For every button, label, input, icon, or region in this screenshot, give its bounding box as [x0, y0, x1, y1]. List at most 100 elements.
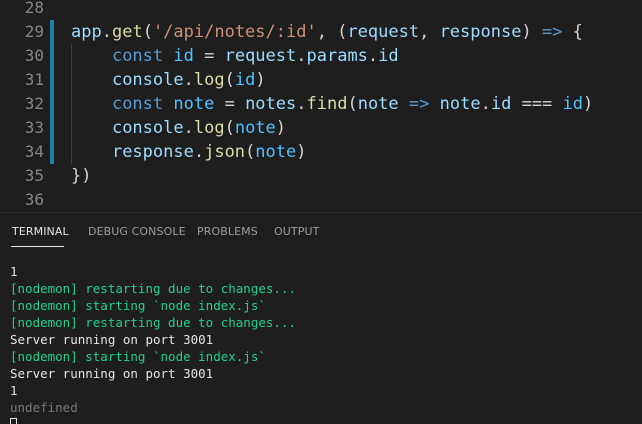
code-token: id — [562, 94, 583, 114]
code-token: note — [234, 118, 276, 138]
code-token: find — [306, 94, 348, 114]
code-token: id — [173, 46, 194, 66]
code-token: . — [183, 70, 194, 90]
panel-tabs: TERMINAL DEBUG CONSOLE PROBLEMS OUTPUT — [0, 213, 642, 253]
terminal-line: Server running on port 3001 — [10, 366, 214, 381]
code-token: ( — [142, 22, 153, 42]
code-editor[interactable]: 28 29 app.get('/api/notes/:id', (request, … — [0, 0, 642, 212]
line-number: 35 — [24, 166, 44, 185]
code-token: note — [255, 142, 297, 162]
code-token: note — [439, 94, 481, 114]
code-token: console — [111, 118, 184, 138]
code-text: }) — [71, 164, 91, 188]
modified-line-indicator — [50, 140, 54, 164]
terminal-line: [nodemon] restarting due to changes... — [10, 281, 296, 296]
code-token: => — [408, 94, 430, 114]
code-text: app.get('/api/notes/:id', (request, resp… — [71, 20, 583, 44]
code-token: ) — [296, 142, 307, 162]
code-token: request — [224, 46, 297, 66]
active-tab-indicator — [11, 246, 64, 247]
code-token: const — [111, 46, 164, 66]
code-text: const note = notes.find(note => note.id … — [71, 92, 593, 116]
terminal-line: [nodemon] starting `node index.js` — [10, 298, 266, 313]
line-number: 30 — [24, 46, 44, 65]
code-token: note — [357, 94, 399, 114]
code-token: response — [111, 142, 194, 162]
terminal-line: [nodemon] starting `node index.js` — [10, 349, 266, 364]
code-text: console.log(note) — [71, 116, 286, 140]
code-text: response.json(note) — [71, 140, 307, 164]
code-token: . — [367, 46, 379, 66]
tab-problems[interactable]: PROBLEMS — [197, 225, 258, 238]
tab-terminal[interactable]: TERMINAL — [12, 225, 69, 238]
code-token: }) — [71, 166, 92, 186]
tab-debug-console[interactable]: DEBUG CONSOLE — [88, 225, 186, 238]
code-token: const — [111, 94, 164, 114]
bottom-panel: TERMINAL DEBUG CONSOLE PROBLEMS OUTPUT 1… — [0, 212, 642, 424]
code-token: json — [204, 142, 246, 162]
line-number: 36 — [24, 190, 44, 209]
code-token: ) — [583, 94, 594, 114]
line-number: 32 — [24, 94, 44, 113]
code-token: get — [111, 22, 143, 42]
modified-line-indicator — [50, 68, 54, 92]
line-number: 31 — [24, 70, 44, 89]
code-token: ) — [255, 70, 266, 90]
terminal-line: 1 — [10, 264, 18, 279]
code-token: ) — [521, 22, 542, 42]
code-token: === — [511, 94, 563, 114]
code-line[interactable]: 30 const id = request.params.id — [0, 44, 642, 68]
code-token: . — [193, 142, 205, 162]
code-token: app — [71, 22, 102, 42]
terminal-line: Server running on port 3001 — [10, 332, 214, 347]
terminal-line: 1 — [10, 383, 18, 398]
code-line[interactable]: 34 response.json(note) — [0, 140, 642, 164]
code-token: = — [193, 46, 225, 66]
terminal-output[interactable]: 1 [nodemon] restarting due to changes... [… — [10, 263, 635, 424]
line-number: 28 — [24, 0, 44, 17]
code-line[interactable]: 35}) — [0, 164, 642, 188]
code-token: id — [490, 94, 512, 114]
code-token: params — [306, 46, 368, 66]
terminal-line: [nodemon] restarting due to changes... — [10, 315, 296, 330]
code-token: '/api/notes/:id' — [152, 22, 317, 42]
code-token: ( — [347, 94, 358, 114]
code-token: response — [439, 22, 522, 42]
indent-guide — [71, 44, 72, 164]
code-token: , ( — [316, 22, 348, 42]
terminal-cursor — [10, 418, 17, 424]
code-line[interactable]: 36 — [0, 188, 642, 212]
code-token: log — [193, 118, 225, 138]
code-line[interactable]: 33 console.log(note) — [0, 116, 642, 140]
line-number: 33 — [24, 118, 44, 137]
modified-line-indicator — [50, 20, 54, 44]
code-token: . — [183, 118, 194, 138]
terminal-prompt[interactable] — [10, 416, 635, 424]
code-token: console — [111, 70, 184, 90]
code-token: ( — [224, 70, 235, 90]
code-line[interactable]: 31 console.log(id) — [0, 68, 642, 92]
code-token: ( — [224, 118, 235, 138]
code-token: id — [234, 70, 256, 90]
tab-output[interactable]: OUTPUT — [274, 225, 319, 238]
code-token: { — [562, 22, 583, 42]
code-text: console.log(id) — [71, 68, 266, 92]
code-token: = — [214, 94, 246, 114]
modified-line-indicator — [50, 44, 54, 68]
modified-line-indicator — [50, 92, 54, 116]
code-token: ) — [275, 118, 287, 138]
code-line[interactable]: 28 — [0, 0, 642, 20]
code-line[interactable]: 32 const note = notes.find(note => note.… — [0, 92, 642, 116]
code-line[interactable]: 29 app.get('/api/notes/:id', (request, re… — [0, 20, 642, 44]
code-token: . — [296, 46, 307, 66]
code-token: . — [101, 22, 112, 42]
code-token: ( — [245, 142, 256, 162]
modified-line-indicator — [50, 116, 54, 140]
